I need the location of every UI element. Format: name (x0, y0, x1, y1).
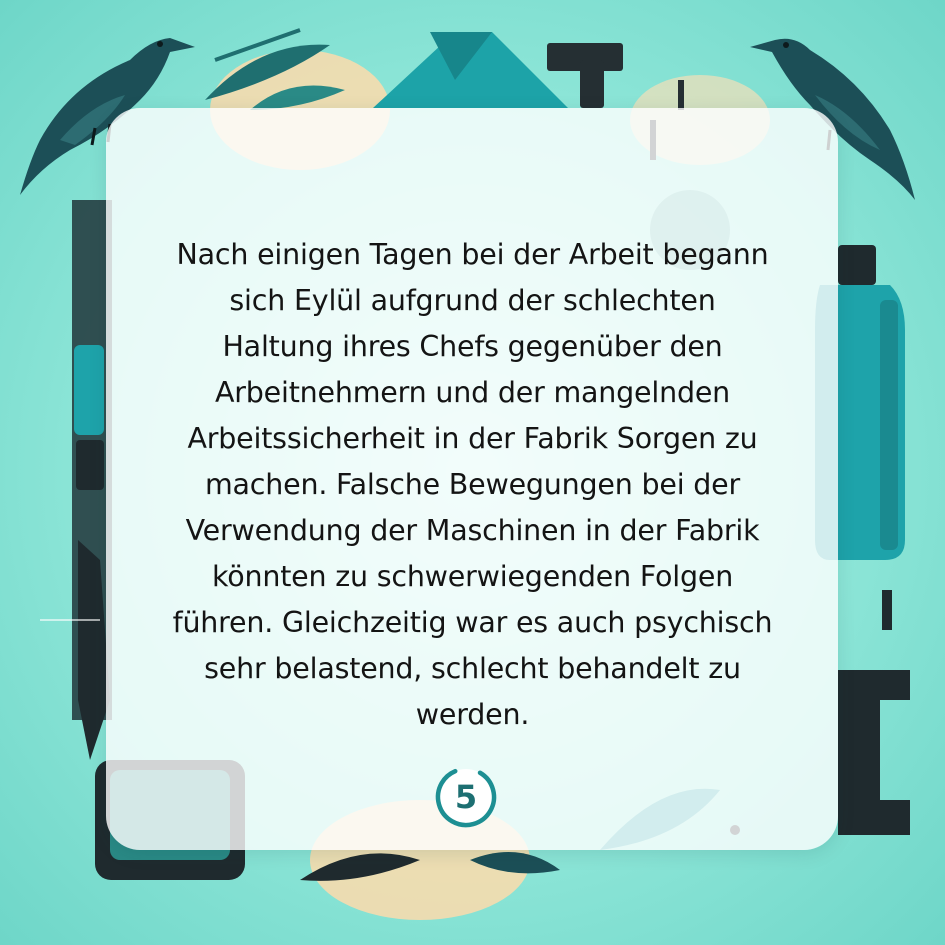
page-number: 5 (454, 778, 478, 816)
page-number-badge: 5 (430, 761, 502, 833)
block-icon (838, 590, 910, 835)
story-text: Nach einigen Tagen bei der Arbeit begann… (172, 238, 773, 731)
